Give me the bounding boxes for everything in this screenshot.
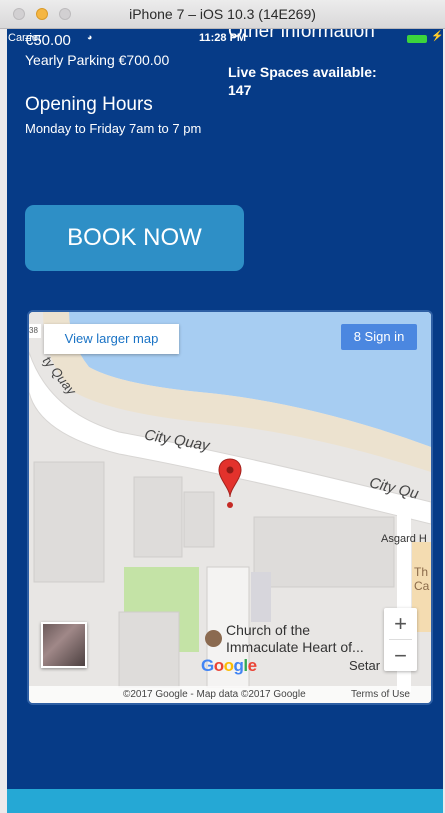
charging-icon: ⚡ xyxy=(431,31,443,42)
opening-hours-detail: Monday to Friday 7am to 7 pm xyxy=(25,121,202,136)
terms-of-use-link[interactable]: Terms of Use xyxy=(351,686,410,703)
map-attribution: ©2017 Google - Map data ©2017 Google xyxy=(123,689,306,700)
book-now-button[interactable]: BOOK NOW xyxy=(25,205,244,271)
poi-label-church[interactable]: Church of the Immaculate Heart of... xyxy=(226,622,364,656)
location-pin-icon[interactable] xyxy=(217,457,243,509)
opening-hours-heading: Opening Hours xyxy=(25,94,153,115)
google-plus-icon: 8 xyxy=(353,329,365,344)
church-icon[interactable] xyxy=(205,630,222,647)
simulator-title-bar: iPhone 7 – iOS 10.3 (14E269) xyxy=(0,0,445,29)
bottom-bar xyxy=(7,789,443,813)
wifi-icon: ◕ xyxy=(87,32,93,42)
poi-label-partial: Th Ca xyxy=(414,565,429,593)
poi-label-th: Th xyxy=(414,565,429,579)
edge-badge: 38 xyxy=(29,324,41,338)
google-logo-o1: o xyxy=(213,656,224,675)
street-view-thumbnail[interactable] xyxy=(41,622,87,668)
zoom-control: + − xyxy=(384,608,417,671)
view-larger-map-link[interactable]: View larger map xyxy=(44,324,179,354)
google-sign-in-button[interactable]: 8 Sign in xyxy=(341,324,417,350)
poi-label-ca: Ca xyxy=(414,579,430,593)
google-logo-g2: g xyxy=(233,656,244,675)
google-logo-e: e xyxy=(247,656,257,675)
poi-label-setar: Setar xyxy=(349,658,381,673)
simulator-title: iPhone 7 – iOS 10.3 (14E269) xyxy=(129,6,316,22)
poi-label-line-1: Church of the xyxy=(226,622,311,638)
sign-in-label: Sign in xyxy=(364,329,405,344)
battery-icon xyxy=(407,35,427,43)
zoom-out-button[interactable]: − xyxy=(384,640,417,671)
status-bar: Carrier ◕ 11:28 PM ⚡ xyxy=(7,29,443,49)
status-time: 11:28 PM xyxy=(199,32,247,44)
map-embed[interactable]: City Quay City Qu ty Quay 38 View larger… xyxy=(27,310,433,705)
live-spaces-text: Live Spaces available: 147 xyxy=(228,64,377,98)
google-logo-o2: o xyxy=(223,656,234,675)
google-logo: Google xyxy=(201,656,257,676)
poi-label-line-2: Immaculate Heart of... xyxy=(226,639,364,655)
phone-screen: €50.00 Yearly Parking €700.00 Opening Ho… xyxy=(7,29,443,813)
map-attribution-bar: ©2017 Google - Map data ©2017 Google Ter… xyxy=(29,686,431,703)
carrier-label: Carrier xyxy=(8,32,42,44)
zoom-in-button[interactable]: + xyxy=(384,608,417,639)
google-logo-g: G xyxy=(201,656,214,675)
yearly-parking-text: Yearly Parking €700.00 xyxy=(25,52,170,68)
poi-label-asgard: Asgard H xyxy=(381,533,427,545)
